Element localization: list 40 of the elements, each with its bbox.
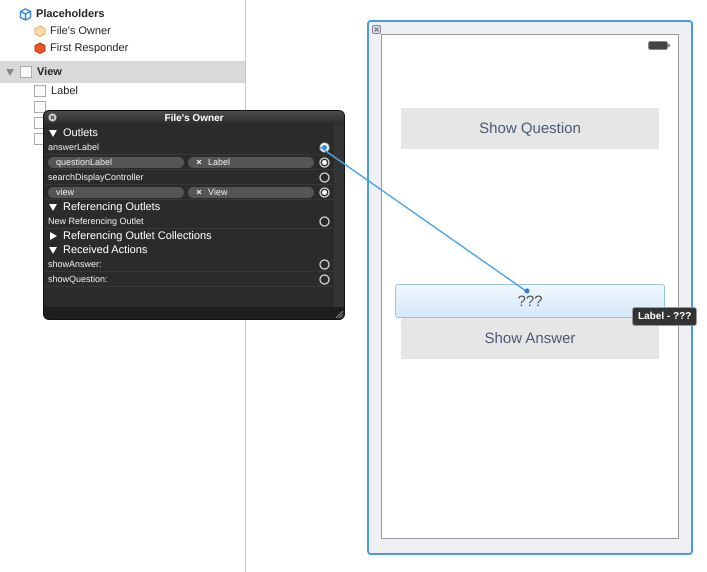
remove-icon[interactable] bbox=[196, 189, 202, 195]
outlet-target[interactable]: Label bbox=[188, 156, 314, 168]
empty-circle-icon[interactable] bbox=[319, 274, 330, 284]
connected-circle-icon[interactable] bbox=[319, 156, 330, 168]
battery-icon bbox=[648, 41, 670, 50]
resize-grip-icon[interactable] bbox=[335, 310, 344, 319]
disclosure-triangle-icon[interactable] bbox=[48, 245, 58, 255]
outlet-name: searchDisplayController bbox=[48, 172, 144, 182]
close-icon[interactable] bbox=[48, 113, 57, 122]
outline-item[interactable]: File's Owner bbox=[50, 24, 111, 36]
section-title: Referencing Outlet Collections bbox=[63, 230, 212, 242]
empty-circle-icon[interactable] bbox=[319, 258, 330, 270]
section-title: Received Actions bbox=[63, 244, 148, 256]
remove-icon[interactable] bbox=[196, 159, 202, 165]
section-title: Placeholders bbox=[36, 8, 104, 20]
outlet-name: showQuestion: bbox=[48, 274, 108, 284]
section-title: Outlets bbox=[63, 127, 98, 139]
outline-item-label: View bbox=[37, 66, 62, 78]
disclosure-triangle-icon[interactable] bbox=[48, 231, 58, 241]
outlet-name: view bbox=[48, 186, 184, 198]
outlet-name: showAnswer: bbox=[48, 259, 102, 269]
close-icon[interactable] bbox=[372, 25, 381, 34]
scrollbar-track[interactable] bbox=[334, 125, 344, 307]
question-button[interactable]: Show Question bbox=[401, 108, 659, 149]
outlet-name: answerLabel bbox=[48, 142, 100, 152]
outlet-target[interactable]: View bbox=[188, 186, 314, 198]
tooltip: Label - ??? bbox=[632, 307, 698, 326]
connected-circle-icon[interactable] bbox=[319, 186, 330, 198]
outline-item[interactable]: First Responder bbox=[50, 42, 128, 54]
outline-row[interactable]: View bbox=[0, 61, 245, 83]
empty-circle-icon[interactable] bbox=[319, 172, 330, 182]
empty-circle-icon[interactable] bbox=[319, 216, 330, 226]
disclosure-triangle-icon[interactable] bbox=[48, 128, 58, 138]
outline-item[interactable]: Label bbox=[51, 85, 78, 97]
outlet-name: New Referencing Outlet bbox=[48, 216, 144, 226]
disclosure-triangle-icon[interactable] bbox=[48, 202, 58, 212]
outlet-name: questionLabel bbox=[48, 156, 184, 168]
panel-title: File's Owner bbox=[164, 112, 224, 124]
section-title: Referencing Outlets bbox=[63, 201, 160, 213]
question-button[interactable]: Show Answer bbox=[401, 318, 659, 359]
